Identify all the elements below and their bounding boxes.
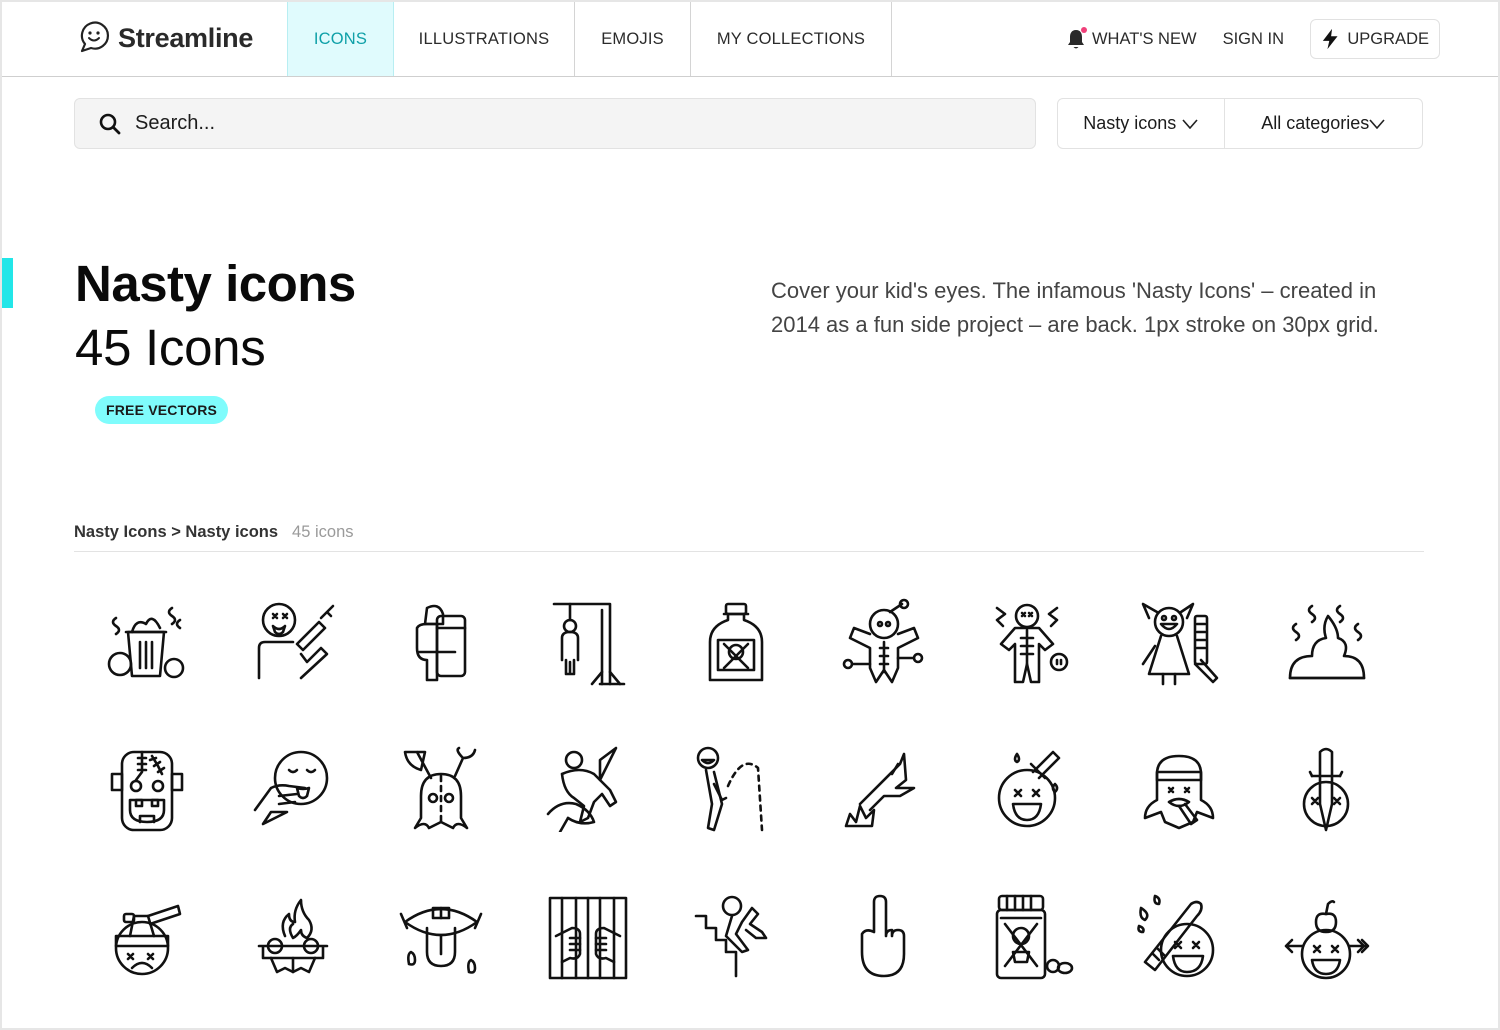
icon-tile[interactable] <box>238 881 348 991</box>
icon-tile[interactable] <box>1271 733 1381 843</box>
header-actions: WHAT'S NEW SIGN IN UPGRADE <box>1066 18 1440 60</box>
hanging-man-icon <box>552 602 626 686</box>
bell-icon <box>1066 27 1087 50</box>
chevron-down-icon <box>1182 118 1198 129</box>
prison-bars-icon <box>548 896 628 980</box>
poison-bottle-icon <box>708 602 764 682</box>
icon-set-value: Nasty icons <box>1083 113 1177 133</box>
search-input[interactable] <box>133 111 937 136</box>
poop-icon <box>1288 604 1366 680</box>
icon-tile[interactable] <box>386 881 496 991</box>
nav-tab-emojis[interactable]: EMOJIS <box>575 2 691 76</box>
girl-chainsaw-icon <box>1141 602 1219 686</box>
knife-face-icon <box>997 750 1061 828</box>
icon-tile[interactable] <box>1124 881 1234 991</box>
top-header: Streamline ICONS ILLUSTRATIONS EMOJIS MY… <box>2 2 1498 77</box>
whats-new-link[interactable]: WHAT'S NEW <box>1066 27 1197 50</box>
bat-hit-face-icon <box>1137 894 1215 978</box>
poison-pills-icon <box>995 894 1074 980</box>
breadcrumb-count: 45 icons <box>292 523 354 541</box>
icon-tile[interactable] <box>829 733 939 843</box>
chat-smile-icon <box>80 21 110 53</box>
notification-dot <box>1080 27 1087 33</box>
voodoo-doll-icon <box>842 598 924 684</box>
filter-group: Nasty icons All categories <box>1057 98 1423 149</box>
upgrade-button[interactable]: UPGRADE <box>1310 19 1440 59</box>
page-title: Nasty icons <box>75 255 356 312</box>
axe-head-icon <box>114 904 182 976</box>
category-dropdown[interactable]: All categories <box>1225 99 1422 148</box>
logo[interactable]: Streamline <box>74 16 253 60</box>
category-value: All categories <box>1261 113 1370 133</box>
icon-tile[interactable] <box>681 881 791 991</box>
icon-tile[interactable] <box>829 881 939 991</box>
icon-tile[interactable] <box>976 733 1086 843</box>
frankenstein-icon <box>110 750 184 832</box>
divider <box>74 551 1424 552</box>
icon-tile[interactable] <box>1124 733 1234 843</box>
middle-finger-icon <box>860 894 906 978</box>
finger-throat-icon <box>253 750 329 826</box>
icon-tile[interactable] <box>1271 587 1381 697</box>
icon-tile[interactable] <box>681 587 791 697</box>
breadcrumb-path[interactable]: Nasty Icons > Nasty icons <box>74 523 278 542</box>
hooded-killer-icon <box>403 746 477 830</box>
barbecue-fire-icon <box>257 898 329 974</box>
electrocuted-icon <box>995 603 1069 684</box>
icon-tile[interactable] <box>1124 587 1234 697</box>
icon-tile[interactable] <box>681 733 791 843</box>
lightning-icon <box>1322 28 1338 50</box>
sword-head-icon <box>1302 747 1350 832</box>
hippie-smoking-icon <box>1143 754 1215 830</box>
icon-tile[interactable] <box>533 881 643 991</box>
icon-tile[interactable] <box>976 587 1086 697</box>
icon-set-dropdown[interactable]: Nasty icons <box>1058 99 1225 148</box>
icon-tile[interactable] <box>533 587 643 697</box>
icon-tile[interactable] <box>238 587 348 697</box>
section-accent-bar <box>2 258 13 308</box>
icon-count-heading: 45 Icons <box>75 319 266 376</box>
brand-name: Streamline <box>118 22 254 53</box>
nav-tab-my-collections[interactable]: MY COLLECTIONS <box>691 2 892 76</box>
icon-tile[interactable] <box>91 881 201 991</box>
lips-tongue-icon <box>399 906 483 974</box>
icon-tile[interactable] <box>91 733 201 843</box>
trash-smell-icon <box>107 606 185 679</box>
set-description: Cover your kid's eyes. The infamous 'Nas… <box>771 278 1379 337</box>
icon-tile[interactable] <box>386 587 496 697</box>
chevron-down-icon <box>1369 118 1385 129</box>
upgrade-label: UPGRADE <box>1347 29 1429 48</box>
riot-police-icon <box>415 604 467 682</box>
sign-in-link[interactable]: SIGN IN <box>1223 30 1284 49</box>
icon-tile[interactable] <box>829 587 939 697</box>
icon-tile[interactable] <box>533 733 643 843</box>
breadcrumb: Nasty Icons > Nasty icons 45 icons <box>74 523 354 542</box>
icon-tile[interactable] <box>976 881 1086 991</box>
peeing-man-icon <box>696 746 764 832</box>
page: Streamline ICONS ILLUSTRATIONS EMOJIS MY… <box>2 2 1498 1028</box>
icon-tile[interactable] <box>386 733 496 843</box>
nav-tab-illustrations[interactable]: ILLUSTRATIONS <box>394 2 575 76</box>
doll-stabbed-icon <box>546 746 618 832</box>
search-icon <box>99 113 121 134</box>
icon-tile[interactable] <box>238 733 348 843</box>
search-bar <box>74 98 1036 149</box>
free-vectors-badge: FREE VECTORS <box>95 396 229 424</box>
tree-fire-icon <box>844 752 916 828</box>
nav-tab-icons[interactable]: ICONS <box>287 2 394 76</box>
icon-tile[interactable] <box>1271 881 1381 991</box>
icon-tile[interactable] <box>91 587 201 697</box>
main-nav: ICONS ILLUSTRATIONS EMOJIS MY COLLECTION… <box>287 2 892 76</box>
drug-syringe-icon <box>257 602 335 680</box>
apple-arrow-icon <box>1284 900 1370 980</box>
whats-new-label: WHAT'S NEW <box>1091 29 1197 48</box>
falling-stairs-icon <box>694 895 768 978</box>
